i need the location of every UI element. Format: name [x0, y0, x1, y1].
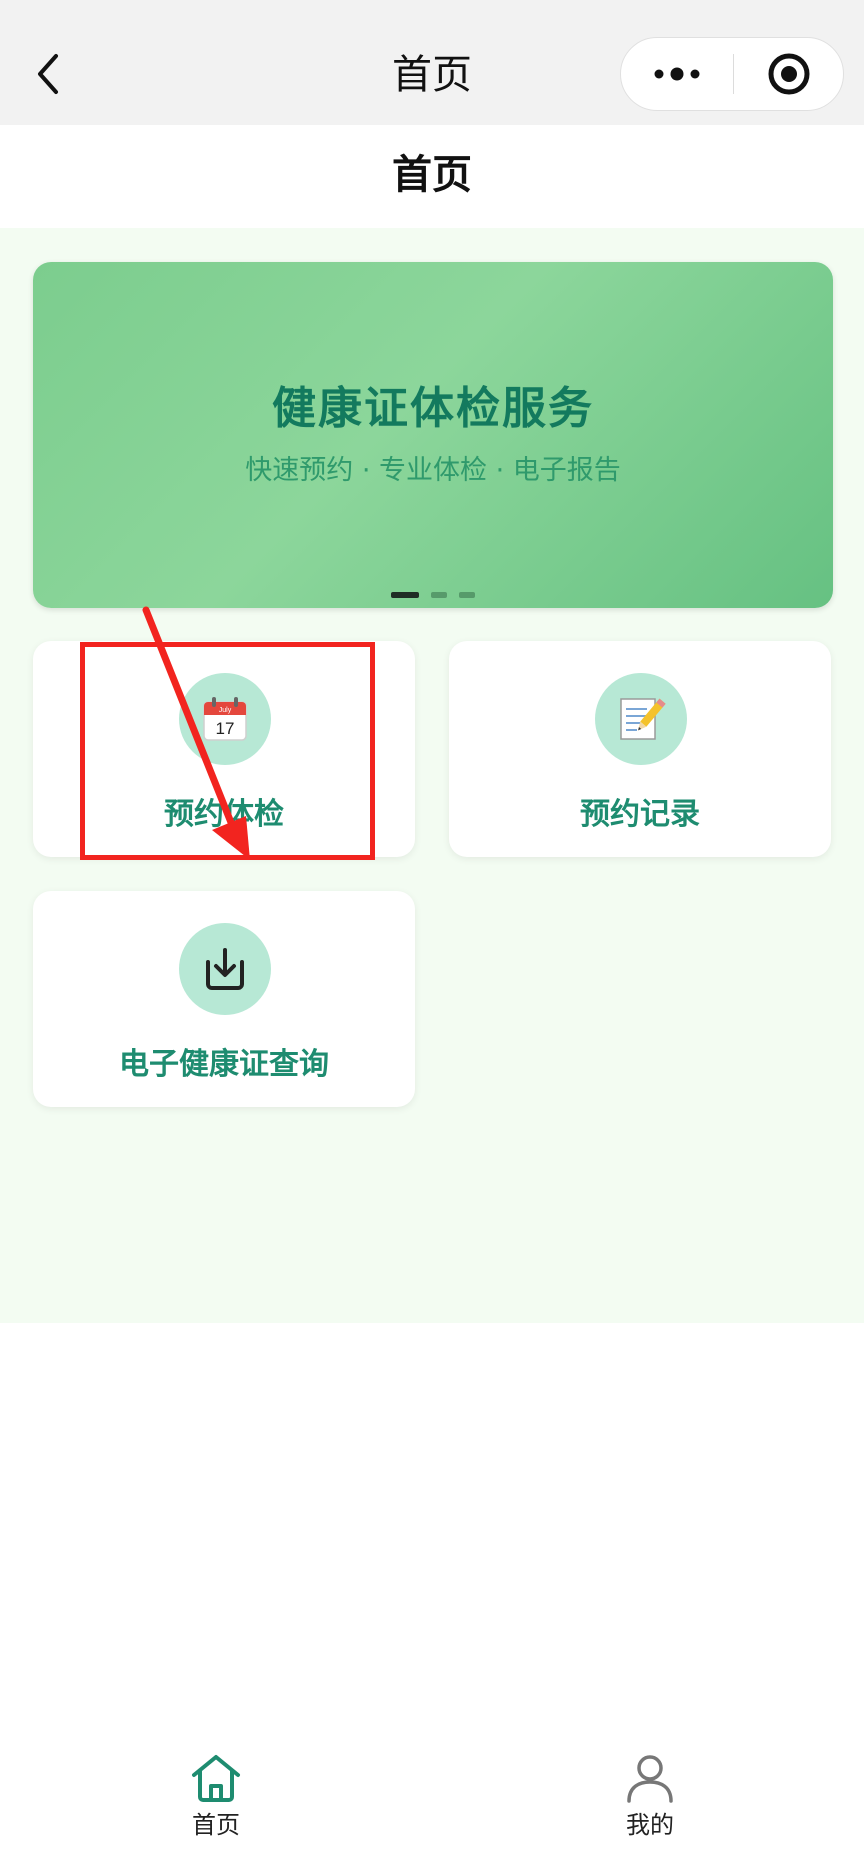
close-mini-program-button[interactable] [734, 38, 844, 110]
tab-home-label: 首页 [192, 1811, 240, 1839]
tab-mine-label: 我的 [626, 1811, 674, 1839]
e-health-cert-query-label: 电子健康证查询 [119, 1047, 329, 1082]
tab-bar: 首页 我的 [0, 1733, 864, 1849]
e-health-cert-query-card[interactable]: 电子健康证查询 [33, 891, 415, 1107]
annotation-highlight-box [80, 642, 375, 860]
user-icon [627, 1755, 673, 1803]
mini-program-capsule [620, 37, 844, 111]
banner-carousel[interactable]: 健康证体检服务 快速预约 · 专业体检 · 电子报告 [33, 262, 833, 608]
carousel-dot[interactable] [431, 592, 447, 598]
memo-icon-circle [595, 673, 687, 765]
booking-records-card[interactable]: 预约记录 [449, 641, 831, 857]
banner-subtitle: 快速预约 · 专业体检 · 电子报告 [245, 455, 621, 486]
carousel-dot-active[interactable] [391, 592, 419, 598]
booking-records-label: 预约记录 [580, 797, 700, 832]
download-icon [206, 948, 244, 990]
banner-title: 健康证体检服务 [272, 383, 594, 434]
home-icon [192, 1755, 240, 1802]
navigation-bar: 首页 [0, 0, 864, 125]
page-title: 首页 [0, 125, 864, 228]
memo-icon [620, 698, 666, 740]
target-icon [768, 53, 810, 95]
download-icon-circle [179, 923, 271, 1015]
tab-home[interactable]: 首页 [146, 1753, 286, 1849]
carousel-dot[interactable] [459, 592, 475, 598]
more-button[interactable] [621, 38, 733, 110]
tab-mine[interactable]: 我的 [580, 1753, 720, 1849]
more-dots-icon [654, 67, 700, 81]
